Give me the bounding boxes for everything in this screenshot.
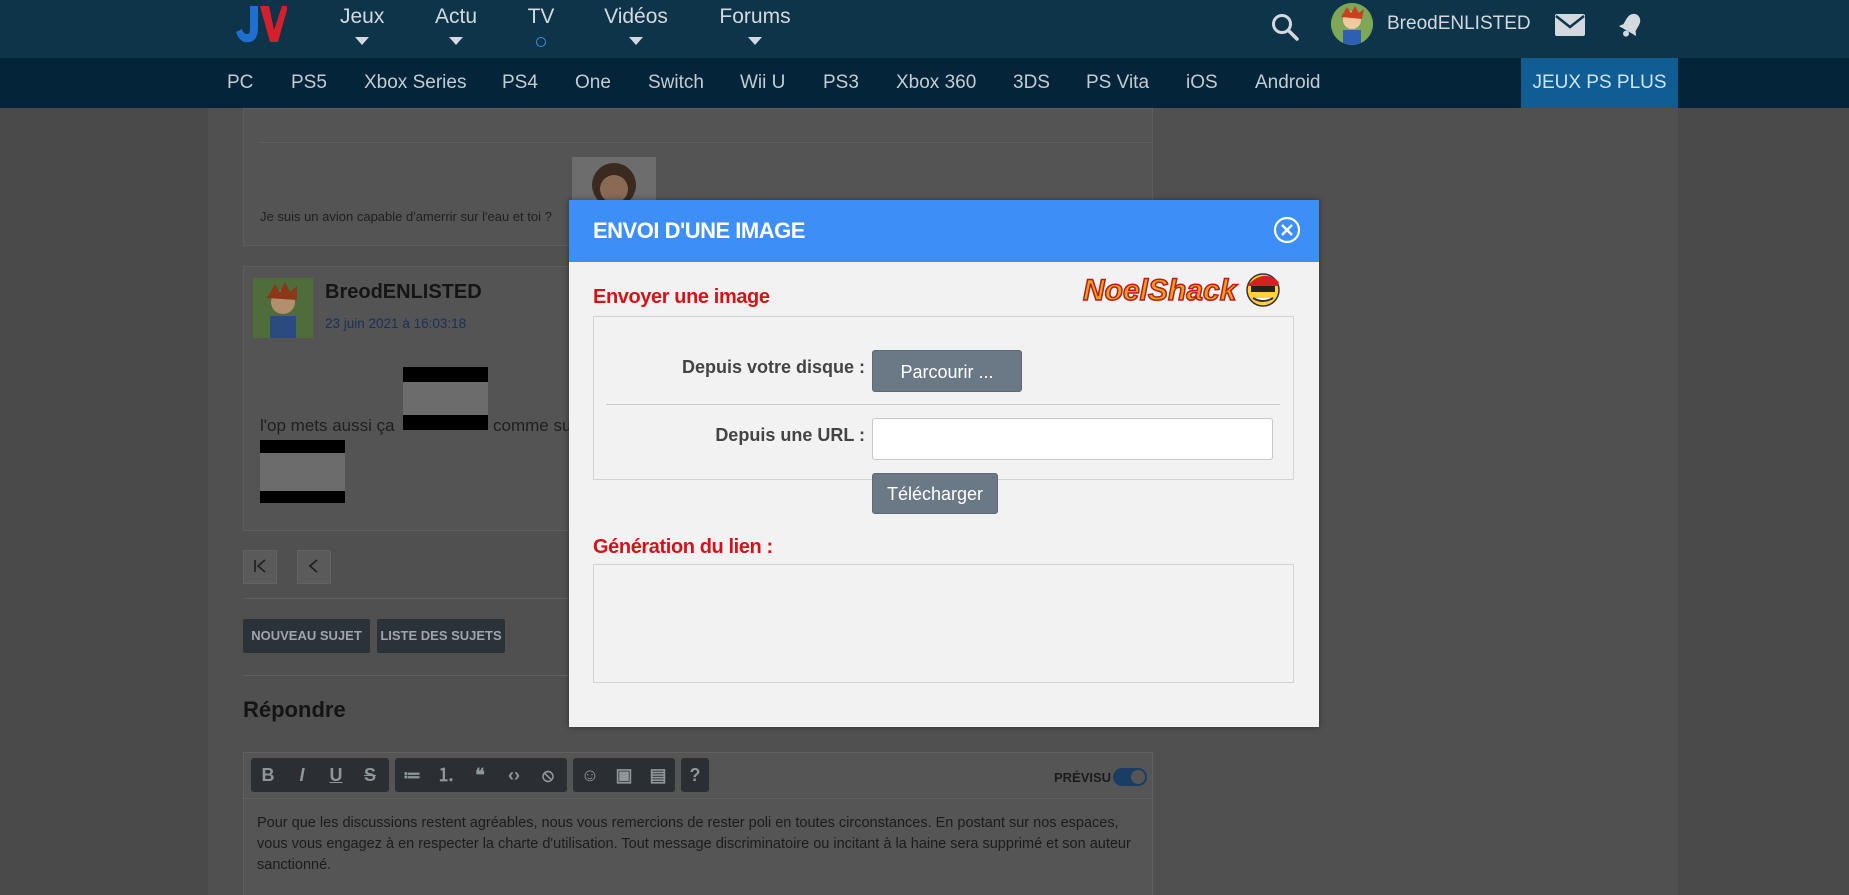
ps-plus-button[interactable]: JEUX PS PLUS — [1521, 58, 1678, 108]
upload-section-title: Envoyer une image — [593, 286, 770, 308]
nav-forums-label: Forums — [719, 5, 791, 28]
chevron-left-icon — [308, 559, 318, 573]
link-output-panel[interactable] — [593, 564, 1294, 683]
help-button[interactable]: ? — [678, 758, 712, 792]
bell-icon[interactable] — [1616, 10, 1646, 40]
post-author[interactable]: BreodENLISTED — [325, 281, 482, 304]
strikethrough-button[interactable]: S — [353, 758, 387, 792]
chevron-down-icon — [748, 37, 762, 45]
nav-jeux-label: Jeux — [340, 5, 385, 28]
disk-label: Depuis votre disque : — [681, 357, 865, 377]
nav-tv-label: TV — [527, 5, 555, 28]
user-avatar[interactable] — [1331, 3, 1373, 45]
previous-page-button[interactable] — [297, 550, 331, 584]
platform-item[interactable]: PC — [227, 58, 253, 108]
numbered-list-button[interactable]: ⒈ — [429, 758, 463, 792]
nav-tv[interactable]: TV — [526, 0, 556, 58]
platform-item[interactable]: PS4 — [502, 58, 538, 108]
preview-label: PRÉVISU — [1054, 770, 1112, 785]
post-image[interactable] — [403, 382, 488, 415]
new-topic-button[interactable]: NOUVEAU SUJET — [243, 619, 370, 653]
mail-icon[interactable] — [1555, 14, 1585, 36]
post-text-middle: comme su — [493, 416, 572, 435]
reply-textarea[interactable]: Pour que les discussions restent agréabl… — [257, 813, 1142, 876]
post-image[interactable] — [572, 157, 656, 207]
url-label: Depuis une URL : — [715, 425, 865, 445]
platform-item[interactable]: Switch — [648, 58, 704, 108]
top-navigation-bar: Jeux Actu TV Vidéos Forums BreodENLISTED — [0, 0, 1849, 58]
post-date[interactable]: 23 juin 2021 à 16:03:18 — [325, 316, 466, 331]
block-toolbar-group: ≔ ⒈ ❝ ‹› ⦸ — [395, 758, 567, 792]
jv-logo[interactable] — [232, 2, 287, 48]
divider — [606, 404, 1280, 405]
spoiler-button[interactable]: ⦸ — [531, 758, 565, 792]
first-page-button[interactable] — [243, 550, 277, 584]
post-author-avatar[interactable] — [253, 278, 313, 338]
video-button[interactable]: ▤ — [641, 758, 675, 792]
post-image[interactable] — [260, 453, 345, 491]
image-button[interactable]: ▣ — [607, 758, 641, 792]
smiley-button[interactable]: ☺ — [573, 758, 607, 792]
search-icon[interactable] — [1270, 12, 1300, 42]
chevron-down-icon — [629, 37, 643, 45]
url-input[interactable] — [872, 418, 1273, 460]
nav-videos[interactable]: Vidéos — [604, 0, 668, 58]
platform-item[interactable]: Wii U — [740, 58, 785, 108]
logo-text: NoelShack — [1083, 274, 1238, 307]
redacted-image — [260, 491, 345, 503]
help-toolbar-group: ? — [681, 758, 709, 792]
platform-item[interactable]: PS3 — [823, 58, 859, 108]
platform-item[interactable]: Xbox 360 — [896, 58, 976, 108]
previous-post-text: Je suis un avion capable d'amerrir sur l… — [260, 209, 552, 224]
close-icon[interactable] — [1272, 215, 1302, 245]
modal-header: ENVOI D'UNE IMAGE — [569, 200, 1319, 262]
underline-button[interactable]: U — [319, 758, 353, 792]
platform-bar: PC PS5 Xbox Series PS4 One Switch Wii U … — [0, 58, 1849, 108]
nav-videos-label: Vidéos — [604, 5, 668, 28]
nav-forums[interactable]: Forums — [718, 0, 792, 58]
italic-button[interactable]: I — [285, 758, 319, 792]
bullet-list-button[interactable]: ≔ — [395, 758, 429, 792]
post-text-start: l'op mets aussi ça — [260, 416, 395, 435]
platform-item[interactable]: Android — [1255, 58, 1321, 108]
live-dot-icon — [536, 37, 546, 47]
nav-actu-label: Actu — [434, 5, 478, 28]
image-upload-modal: ENVOI D'UNE IMAGE NoelShack Envoyer une … — [569, 200, 1319, 727]
media-toolbar-group: ☺ ▣ ▤ — [573, 758, 675, 792]
chevron-down-icon — [449, 37, 463, 45]
upload-button[interactable]: Télécharger — [872, 473, 998, 514]
redacted-image — [403, 367, 488, 382]
nav-actu[interactable]: Actu — [434, 0, 478, 58]
code-button[interactable]: ‹› — [497, 758, 531, 792]
username[interactable]: BreodENLISTED — [1387, 13, 1531, 35]
noelshack-logo: NoelShack — [1082, 273, 1280, 308]
platform-item[interactable]: PS5 — [291, 58, 327, 108]
platform-item[interactable]: 3DS — [1013, 58, 1050, 108]
divider — [243, 798, 1153, 799]
quote-button[interactable]: ❝ — [463, 758, 497, 792]
platform-item[interactable]: One — [575, 58, 611, 108]
platform-item[interactable]: Xbox Series — [364, 58, 466, 108]
chevron-down-icon — [355, 37, 369, 45]
nav-jeux[interactable]: Jeux — [340, 0, 384, 58]
redacted-image — [260, 440, 345, 453]
platform-item[interactable]: iOS — [1186, 58, 1218, 108]
reply-title: Répondre — [243, 697, 346, 722]
modal-title: ENVOI D'UNE IMAGE — [593, 218, 805, 243]
divider — [260, 142, 1153, 143]
preview-toggle[interactable] — [1113, 768, 1147, 786]
first-page-icon — [254, 559, 266, 573]
browse-button[interactable]: Parcourir ... — [872, 350, 1022, 392]
link-section-title: Génération du lien : — [593, 536, 773, 558]
redacted-image — [403, 415, 488, 430]
bold-button[interactable]: B — [251, 758, 285, 792]
format-toolbar-group: B I U S — [251, 758, 389, 792]
platform-item[interactable]: PS Vita — [1086, 58, 1149, 108]
topic-list-button[interactable]: LISTE DES SUJETS — [377, 619, 505, 653]
